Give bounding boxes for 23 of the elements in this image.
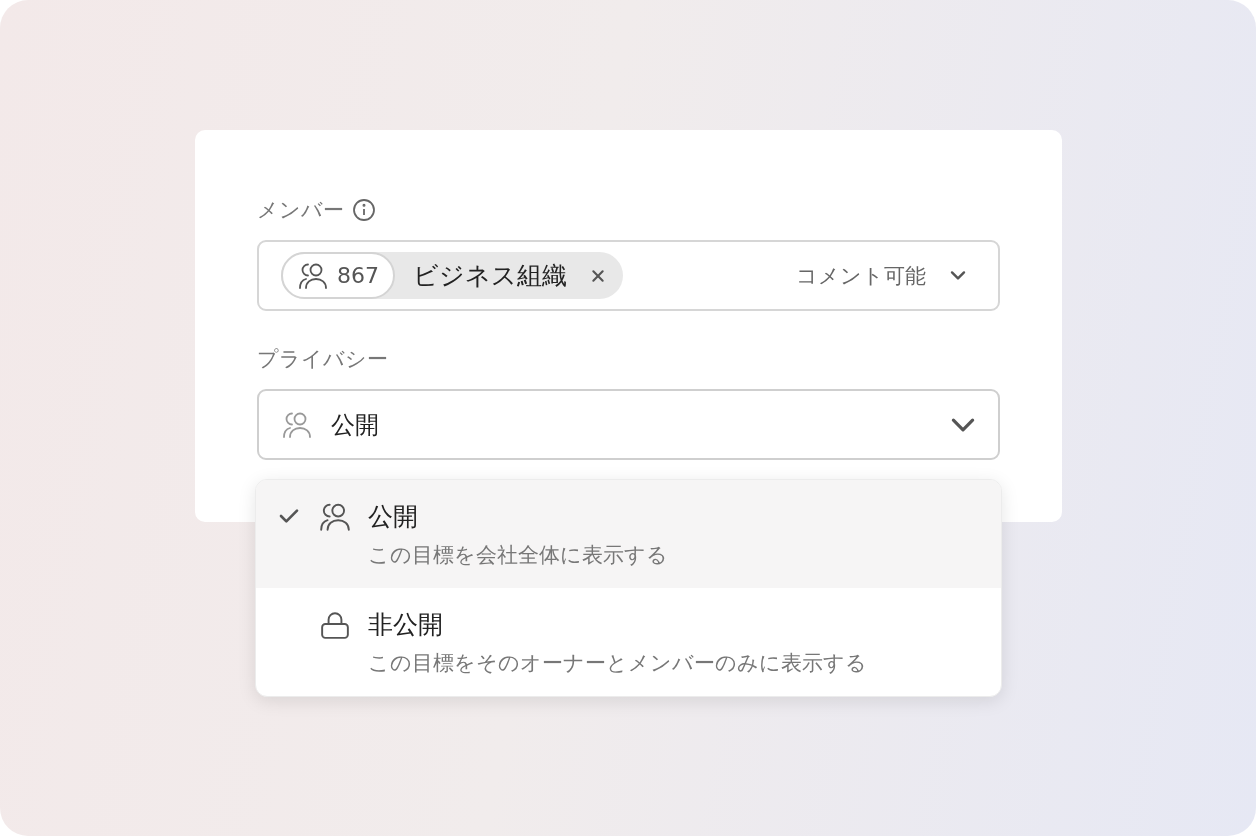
count-text: 867 — [337, 263, 379, 288]
privacy-select[interactable]: 公開 — [257, 389, 1000, 460]
chevron-down-icon — [948, 269, 968, 282]
permission-dropdown[interactable]: コメント可能 — [796, 261, 976, 290]
member-chip[interactable]: 867 ビジネス組織 — [281, 252, 623, 299]
option-title: 公開 — [368, 502, 419, 532]
menu-option[interactable]: 公開 この目標を会社全体に表示する — [256, 480, 1001, 588]
field-label: メンバー — [257, 197, 344, 224]
people-icon — [297, 261, 329, 290]
option-description: この目標をそのオーナーとメンバーのみに表示する — [368, 650, 867, 676]
option-description: この目標を会社全体に表示する — [368, 542, 668, 568]
people-icon — [281, 410, 313, 439]
people-icon — [318, 502, 352, 532]
info-icon — [352, 198, 376, 222]
field-label: プライバシー — [257, 346, 389, 373]
check-icon — [278, 508, 300, 524]
option-title: 非公開 — [368, 610, 444, 640]
menu-option[interactable]: 非公開 この目標をそのオーナーとメンバーのみに表示する — [256, 588, 1001, 696]
chip-label: ビジネス組織 — [413, 260, 567, 292]
lock-icon — [318, 610, 352, 640]
close-icon — [591, 268, 605, 283]
chevron-down-icon — [950, 416, 976, 433]
members-field[interactable]: 867 ビジネス組織 コメント可能 — [257, 240, 1000, 311]
